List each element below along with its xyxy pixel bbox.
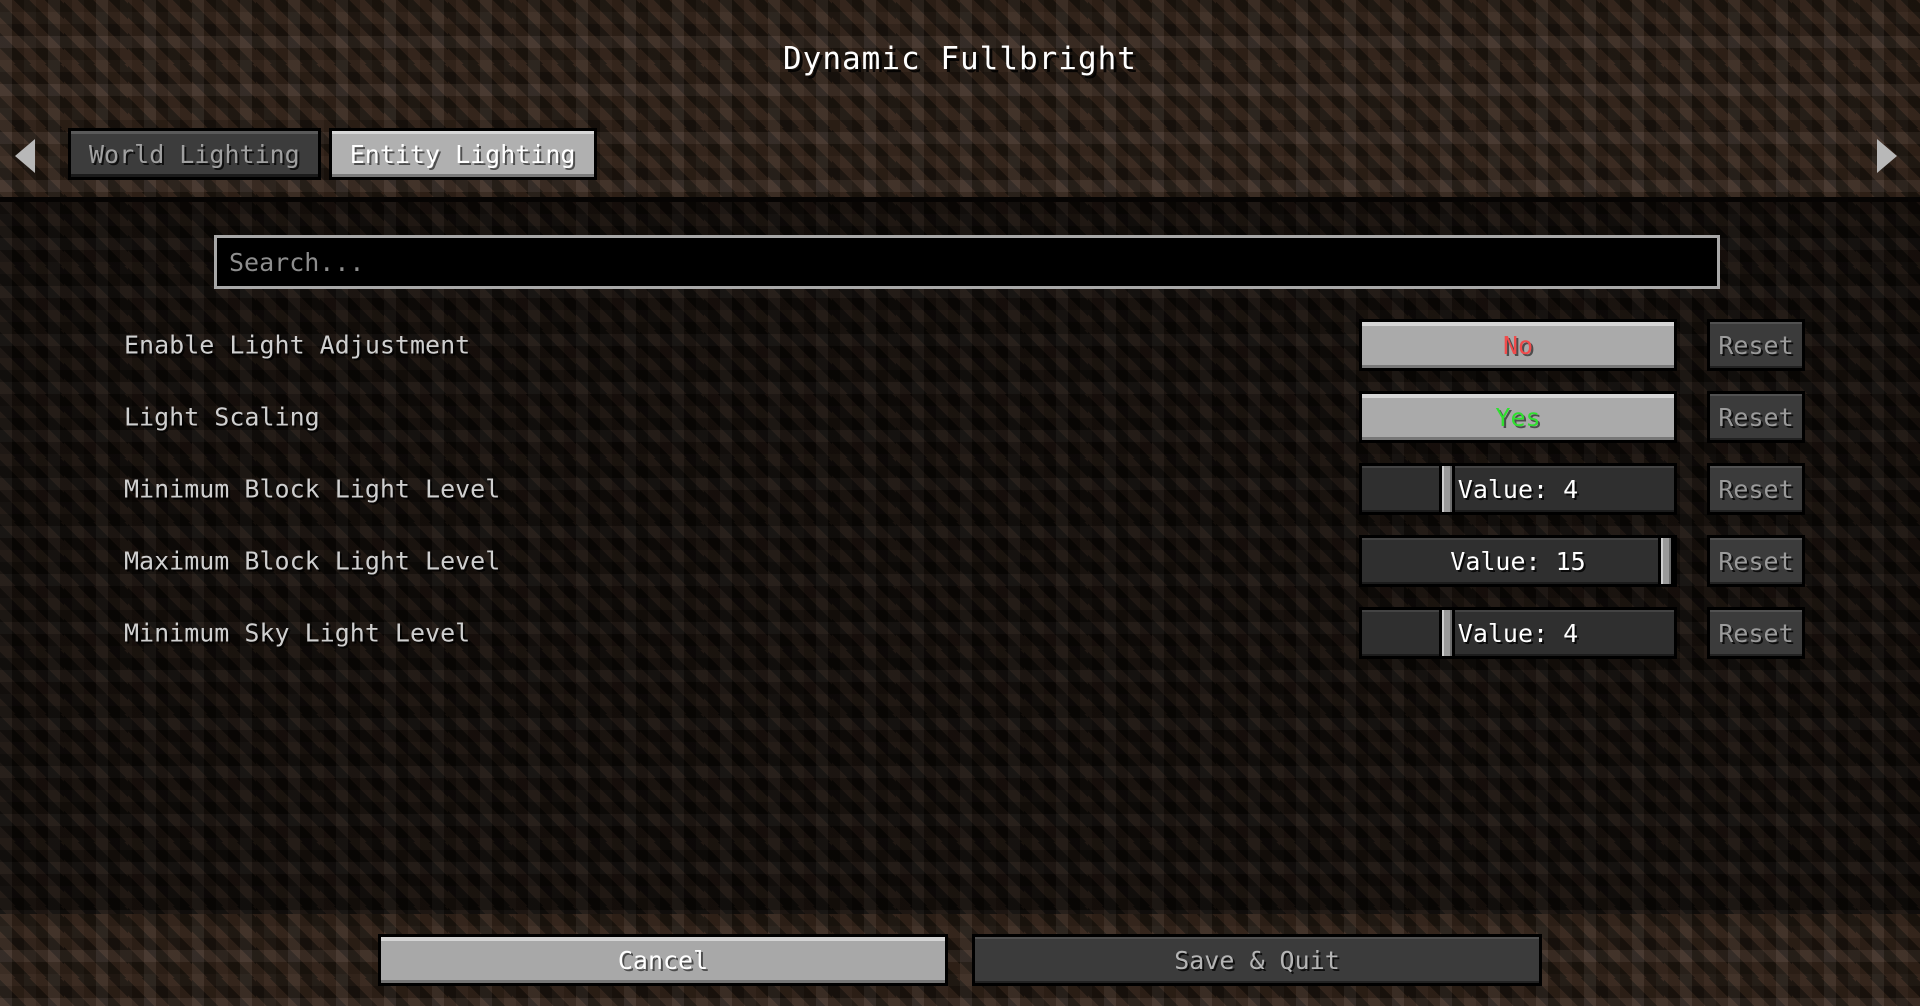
reset-button-label: Reset [1718, 474, 1794, 504]
option-label: Maximum Block Light Level [124, 546, 501, 576]
reset-button-label: Reset [1718, 546, 1794, 576]
toggle-button[interactable]: Yes [1359, 391, 1677, 443]
option-control: Value: 15 [1359, 535, 1677, 587]
search-field[interactable] [214, 235, 1720, 289]
slider[interactable]: Value: 15 [1359, 535, 1677, 587]
search-input[interactable] [217, 247, 1717, 277]
slider-value: Value: 4 [1457, 618, 1579, 648]
tab-entity-lighting[interactable]: Entity Lighting [328, 128, 597, 180]
option-label: Light Scaling [124, 402, 320, 432]
reset-button[interactable]: Reset [1707, 391, 1805, 443]
option-label: Enable Light Adjustment [124, 330, 471, 360]
reset-button-label: Reset [1718, 618, 1794, 648]
cancel-button[interactable]: Cancel [378, 934, 948, 986]
reset-button[interactable]: Reset [1707, 463, 1805, 515]
tab-scroll-left-button[interactable] [8, 128, 42, 184]
slider[interactable]: Value: 4 [1359, 463, 1677, 515]
option-row: Maximum Block Light Level Value: 15 Reset [0, 535, 1920, 587]
tab-label: Entity Lighting [349, 139, 576, 169]
slider-value: Value: 4 [1457, 474, 1579, 504]
slider-handle[interactable] [1658, 535, 1674, 587]
cancel-button-label: Cancel [617, 945, 709, 975]
slider-value: Value: 15 [1450, 546, 1586, 576]
option-label: Minimum Sky Light Level [124, 618, 471, 648]
save-quit-button-label: Save & Quit [1174, 945, 1340, 975]
options-panel: Enable Light AdjustmentNoResetLight Scal… [0, 202, 1920, 914]
tab-label: World Lighting [89, 139, 300, 169]
reset-button[interactable]: Reset [1707, 319, 1805, 371]
slider[interactable]: Value: 4 [1359, 607, 1677, 659]
reset-button[interactable]: Reset [1707, 607, 1805, 659]
option-label: Minimum Block Light Level [124, 474, 501, 504]
option-control: Value: 4 [1359, 607, 1677, 659]
toggle-value: Yes [1495, 402, 1541, 432]
tab-bar: World Lighting Entity Lighting [0, 128, 1920, 184]
option-control: Yes [1359, 391, 1677, 443]
reset-button-label: Reset [1718, 330, 1794, 360]
slider-handle[interactable] [1438, 463, 1455, 515]
chevron-right-icon [1877, 139, 1897, 173]
screen-footer: Cancel Save & Quit [0, 914, 1920, 1006]
tab-world-lighting[interactable]: World Lighting [68, 128, 321, 180]
reset-button[interactable]: Reset [1707, 535, 1805, 587]
option-row: Minimum Sky Light Level Value: 4 Reset [0, 607, 1920, 659]
option-control: Value: 4 [1359, 463, 1677, 515]
page-title: Dynamic Fullbright [783, 41, 1137, 77]
config-screen: Dynamic Fullbright World Lighting Entity… [0, 0, 1920, 1006]
tab-scroll-right-button[interactable] [1870, 128, 1904, 184]
chevron-left-icon [15, 139, 35, 173]
tab-list: World Lighting Entity Lighting [68, 128, 597, 184]
screen-header: Dynamic Fullbright World Lighting Entity… [0, 0, 1920, 202]
slider-handle[interactable] [1438, 607, 1455, 659]
reset-button-label: Reset [1718, 402, 1794, 432]
option-row: Light Scaling Yes Reset [0, 391, 1920, 443]
toggle-button[interactable]: No [1359, 319, 1677, 371]
save-quit-button[interactable]: Save & Quit [972, 934, 1542, 986]
option-row: Minimum Block Light Level Value: 4 Reset [0, 463, 1920, 515]
option-control: No [1359, 319, 1677, 371]
option-row: Enable Light Adjustment No Reset [0, 319, 1920, 371]
toggle-value: No [1502, 330, 1534, 360]
